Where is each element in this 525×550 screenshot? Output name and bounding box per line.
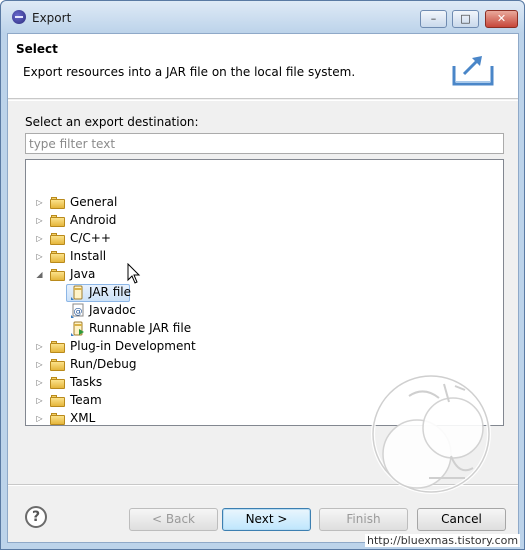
minimize-button[interactable]: – (420, 10, 447, 28)
javadoc-icon: @ (70, 303, 86, 319)
tree-item-label: JAR file (89, 285, 131, 299)
folder-icon (50, 359, 66, 371)
tree-item[interactable]: ▷ Android (26, 212, 503, 230)
expand-arrow-icon[interactable]: ▷ (35, 396, 44, 405)
eclipse-icon (12, 10, 26, 24)
tree-item[interactable]: @ Javadoc (26, 302, 503, 320)
tree-item-label: Runnable JAR file (89, 321, 192, 335)
page-description: Export resources into a JAR file on the … (23, 65, 356, 79)
expand-arrow-icon[interactable]: ▷ (35, 216, 44, 225)
tree-item-label: Java (70, 267, 96, 281)
next-button[interactable]: Next > (222, 508, 311, 531)
help-icon[interactable]: ? (25, 506, 47, 528)
tree-item-label: XML (70, 411, 96, 425)
expand-arrow-icon[interactable]: ▷ (35, 198, 44, 207)
collapse-arrow-icon[interactable]: ◢ (35, 270, 44, 279)
filter-input[interactable] (25, 133, 504, 154)
window-title: Export (32, 11, 72, 25)
expand-arrow-icon[interactable]: ▷ (35, 252, 44, 261)
tree-item[interactable]: ▷ General (26, 194, 503, 212)
page-title: Select (16, 42, 58, 56)
svg-text:@: @ (74, 307, 83, 317)
title-bar: Export – □ ✕ (1, 1, 524, 33)
watermark-url: http://bluexmas.tistory.com (365, 534, 521, 547)
tree-item[interactable]: JAR file (26, 284, 503, 302)
jar-file-icon (70, 285, 86, 301)
folder-icon (50, 395, 66, 407)
tree-item-label: Tasks (70, 375, 103, 389)
tree-item-label: Team (70, 393, 102, 407)
tree-item[interactable]: Runnable JAR file (26, 320, 503, 338)
folder-icon (50, 377, 66, 389)
finish-button[interactable]: Finish (319, 508, 408, 531)
folder-icon (50, 341, 66, 353)
folder-icon (50, 215, 66, 227)
destination-prompt: Select an export destination: (25, 115, 199, 129)
mouse-cursor-icon (127, 263, 141, 284)
tree-item[interactable]: ▷ C/C++ (26, 230, 503, 248)
tree-item-label: Javadoc (89, 303, 136, 317)
header-divider (8, 100, 518, 101)
cancel-button[interactable]: Cancel (417, 508, 506, 531)
tree-item-label: Plug-in Development (70, 339, 196, 353)
tree-item-label: Android (70, 213, 117, 227)
watermark-logo (371, 374, 491, 494)
expand-arrow-icon[interactable]: ▷ (35, 378, 44, 387)
runnable-jar-icon (70, 321, 86, 337)
export-wizard-icon (452, 56, 494, 86)
folder-icon (50, 413, 66, 425)
folder-icon (50, 233, 66, 245)
tree-item-label: Install (70, 249, 107, 263)
expand-arrow-icon[interactable]: ▷ (35, 234, 44, 243)
expand-arrow-icon[interactable]: ▷ (35, 360, 44, 369)
export-dialog: Export – □ ✕ Select Export resources int… (0, 0, 525, 550)
tree-item-label: C/C++ (70, 231, 111, 245)
expand-arrow-icon[interactable]: ▷ (35, 414, 44, 423)
tree-item[interactable]: ▷ Install (26, 248, 503, 266)
folder-icon (50, 197, 66, 209)
tree-item-label: Run/Debug (70, 357, 137, 371)
folder-icon (50, 251, 66, 263)
tree-item-label: General (70, 195, 118, 209)
close-button[interactable]: ✕ (485, 10, 518, 28)
maximize-button[interactable]: □ (452, 10, 479, 28)
wizard-header: Select Export resources into a JAR file … (8, 34, 518, 99)
folder-icon (50, 269, 66, 281)
back-button[interactable]: < Back (129, 508, 218, 531)
tree-item[interactable]: ▷ Plug-in Development (26, 338, 503, 356)
tree-item[interactable]: ◢ Java (26, 266, 503, 284)
expand-arrow-icon[interactable]: ▷ (35, 342, 44, 351)
